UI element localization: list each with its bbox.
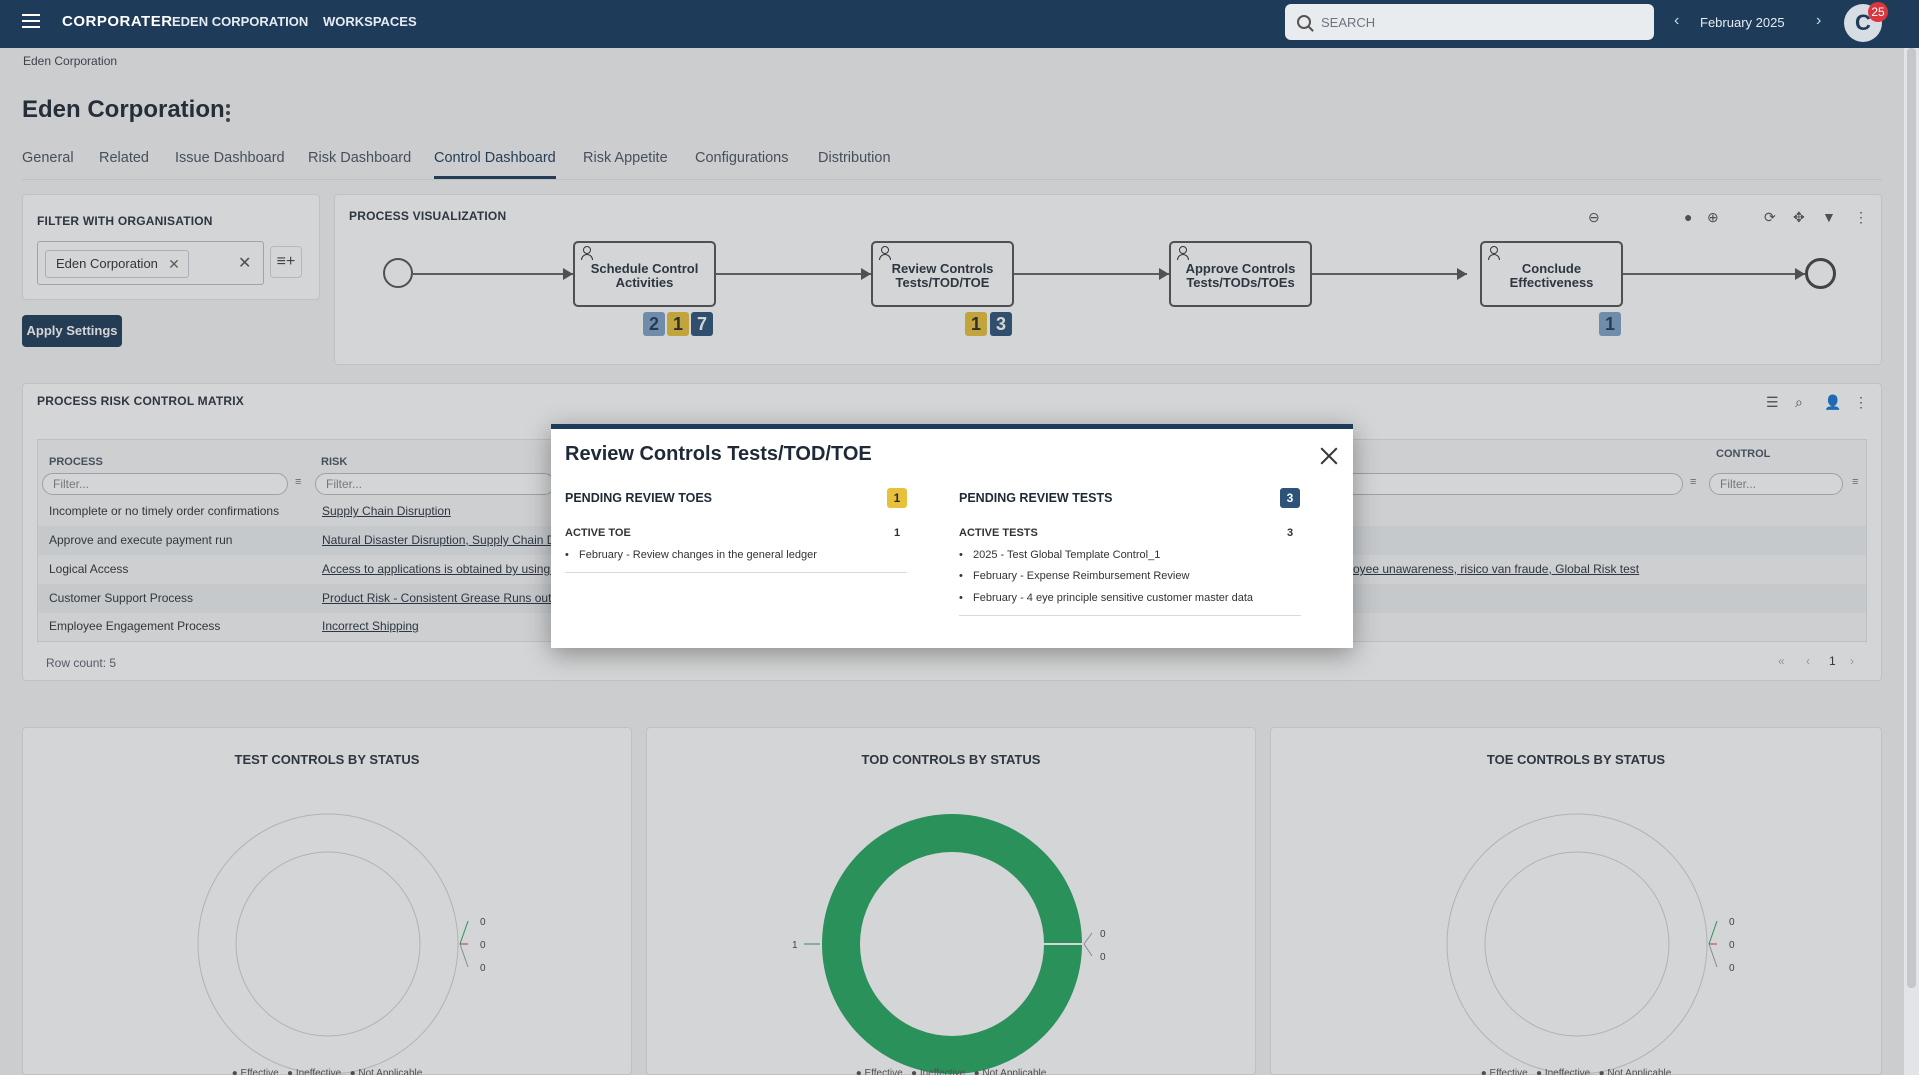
workspaces-link[interactable]: WORKSPACES	[323, 14, 417, 29]
active-tests-title: ACTIVE TESTS	[959, 527, 1038, 539]
close-icon[interactable]	[1318, 445, 1340, 467]
scrollbar-thumb[interactable]	[1907, 48, 1916, 988]
pending-tests-title: PENDING REVIEW TESTS	[959, 491, 1113, 505]
pending-toes-badge: 1	[887, 488, 907, 508]
menu-icon[interactable]	[22, 14, 40, 32]
notification-badge[interactable]: 25	[1868, 2, 1888, 22]
active-tests-count: 3	[1287, 527, 1294, 539]
top-bar: CORPORATER EDEN CORPORATION WORKSPACES S…	[0, 0, 1919, 48]
review-controls-modal: Review Controls Tests/TOD/TOE PENDING RE…	[551, 424, 1353, 648]
period-prev-icon[interactable]: ‹	[1674, 12, 1679, 30]
divider	[565, 572, 907, 573]
test-item[interactable]: February - Expense Reimbursement Review	[959, 570, 1189, 582]
active-toe-count: 1	[894, 527, 901, 539]
divider	[959, 615, 1301, 616]
toe-item[interactable]: February - Review changes in the general…	[565, 549, 817, 561]
search-icon	[1297, 15, 1311, 29]
test-item[interactable]: February - 4 eye principle sensitive cus…	[959, 592, 1253, 604]
page-scrollbar[interactable]	[1904, 48, 1919, 1075]
test-item[interactable]: 2025 - Test Global Template Control_1	[959, 549, 1160, 561]
active-toe-title: ACTIVE TOE	[565, 527, 631, 539]
pending-toes-title: PENDING REVIEW TOES	[565, 491, 713, 505]
corporater-logo[interactable]: CORPORATER	[62, 13, 173, 30]
period-label[interactable]: February 2025	[1700, 15, 1785, 30]
org-link[interactable]: EDEN CORPORATION	[172, 14, 308, 29]
modal-title: Review Controls Tests/TOD/TOE	[565, 443, 872, 465]
search-input[interactable]: SEARCH	[1285, 4, 1654, 40]
search-placeholder: SEARCH	[1321, 14, 1376, 30]
period-next-icon[interactable]: ›	[1816, 12, 1821, 30]
pending-tests-badge: 3	[1280, 488, 1300, 508]
